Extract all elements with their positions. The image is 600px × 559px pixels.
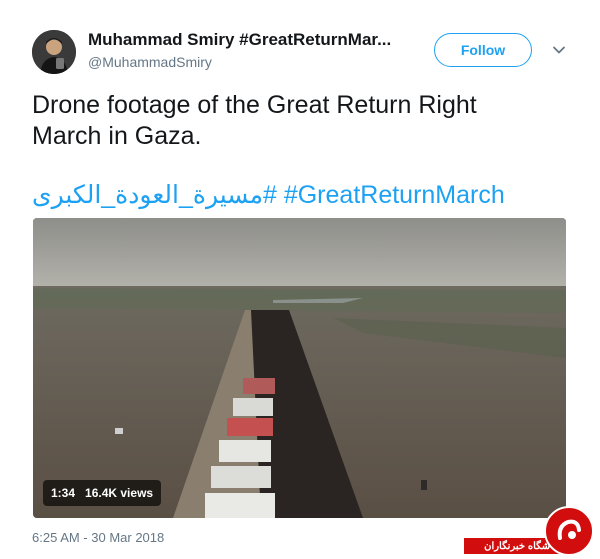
video-views: 16.4K views — [85, 486, 154, 500]
avatar[interactable] — [32, 30, 76, 74]
hashtag-links[interactable]: مسيرة_العودة_الكبرى# #GreatReturnMarch — [32, 180, 505, 211]
video-info-badge: 1:34 16.4K views — [43, 480, 162, 506]
watermark-logo: باشگاه خبرنگاران — [464, 492, 600, 558]
tweet-card: Muhammad Smiry #GreatReturnMar... @Muham… — [0, 0, 600, 558]
author-name[interactable]: Muhammad Smiry #GreatReturnMar... — [88, 30, 391, 50]
tweet-timestamp[interactable]: 6:25 AM - 30 Mar 2018 — [32, 530, 164, 545]
tweet-text: Drone footage of the Great Return Right … — [32, 91, 477, 150]
video-frame — [33, 218, 566, 518]
follow-button[interactable]: Follow — [434, 33, 532, 67]
watermark-emblem — [544, 506, 594, 556]
chevron-down-icon[interactable] — [551, 42, 567, 58]
video-duration: 1:34 — [51, 486, 76, 500]
author-handle[interactable]: @MuhammadSmiry — [88, 54, 212, 70]
video-player[interactable]: 1:34 16.4K views — [33, 218, 566, 518]
